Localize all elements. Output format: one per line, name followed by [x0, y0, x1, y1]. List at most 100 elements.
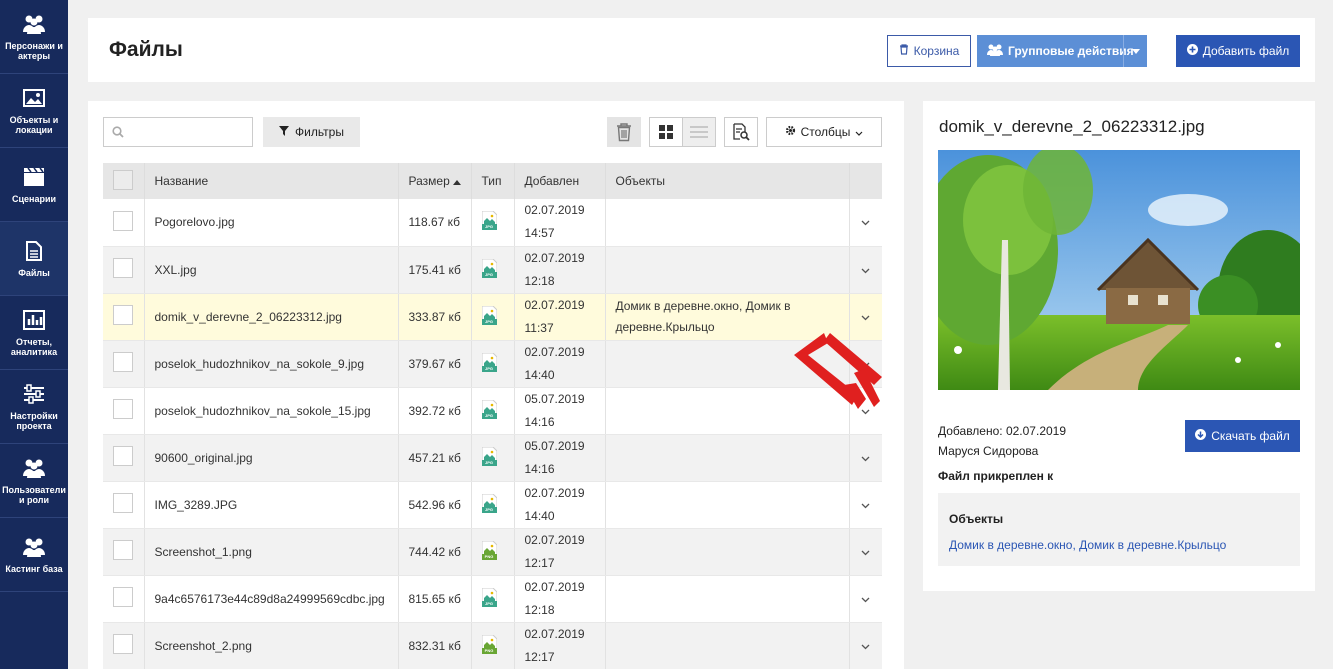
sidebar-item-characters[interactable]: Персонажи и актеры	[0, 0, 68, 74]
chevron-down-icon	[861, 498, 870, 512]
table-row[interactable]: Screenshot_1.png 744.42 кб PNG 02.07.2019 12…	[103, 528, 882, 576]
objects-link[interactable]: Домик в деревне.окно, Домик в деревне.Кр…	[949, 538, 1289, 552]
add-file-button[interactable]: Добавить файл	[1176, 35, 1300, 67]
column-header-name[interactable]: Название	[144, 163, 399, 199]
row-checkbox[interactable]	[113, 587, 133, 607]
row-expand-button[interactable]	[849, 481, 882, 529]
column-header-type[interactable]: Тип	[471, 163, 515, 199]
columns-button[interactable]: Столбцы	[766, 117, 882, 147]
column-header-actions	[849, 163, 882, 199]
sidebar-item-label: Объекты и локации	[9, 114, 59, 135]
row-checkbox[interactable]	[113, 493, 133, 513]
row-expand-button[interactable]	[849, 434, 882, 482]
file-meta: Добавлено: 02.07.2019 Маруся Сидорова	[938, 421, 1066, 461]
filter-icon	[279, 125, 290, 139]
jpg-file-icon: JPG	[481, 258, 497, 278]
jpg-file-icon: JPG	[481, 493, 497, 513]
row-expand-button[interactable]	[849, 622, 882, 669]
file-objects	[605, 434, 850, 482]
sidebar-item-objects[interactable]: Объекты и локации	[0, 74, 68, 148]
row-expand-button[interactable]	[849, 575, 882, 623]
file-name[interactable]: Pogorelovo.jpg	[144, 199, 399, 247]
row-checkbox[interactable]	[113, 352, 133, 372]
file-size: 542.96 кб	[398, 481, 472, 529]
file-name[interactable]: domik_v_derevne_2_06223312.jpg	[144, 293, 399, 341]
column-header-objects[interactable]: Объекты	[605, 163, 850, 199]
basket-label: Корзина	[913, 44, 960, 58]
filters-button[interactable]: Фильтры	[263, 117, 360, 147]
grid-view-button[interactable]	[649, 117, 683, 147]
file-details-panel: domik_v_derevne_2_06223312.jpg Добавлено…	[923, 101, 1315, 591]
sidebar-item-files[interactable]: Файлы	[0, 222, 68, 296]
sidebar-item-scenarios[interactable]: Сценарии	[0, 148, 68, 222]
table-row[interactable]: 90600_original.jpg 457.21 кб JPG 05.07.2019…	[103, 434, 882, 482]
table-row[interactable]: poselok_hudozhnikov_na_sokole_9.jpg 379.6…	[103, 340, 882, 388]
file-name[interactable]: 9a4c6576173e44c89d8a24999569cdbc.jpg	[144, 575, 399, 623]
file-name[interactable]: XXL.jpg	[144, 246, 399, 294]
added-date: Добавлено: 02.07.2019	[938, 424, 1067, 438]
page-title: Файлы	[109, 38, 183, 61]
download-button[interactable]: Скачать файл	[1185, 420, 1300, 452]
grid-icon	[659, 125, 673, 139]
column-header-date[interactable]: Добавлен	[514, 163, 606, 199]
file-name[interactable]: poselok_hudozhnikov_na_sokole_15.jpg	[144, 387, 399, 435]
sidebar-item-label: Персонажи и актеры	[5, 40, 63, 61]
row-checkbox[interactable]	[113, 305, 133, 325]
chevron-down-icon	[861, 592, 870, 606]
objects-title: Объекты	[949, 512, 1004, 526]
table-row[interactable]: XXL.jpg 175.41 кб JPG 02.07.2019 12:18	[103, 246, 882, 294]
row-expand-button[interactable]	[849, 528, 882, 576]
table-row[interactable]: Screenshot_2.png 832.31 кб PNG 02.07.2019 12…	[103, 622, 882, 669]
row-checkbox[interactable]	[113, 446, 133, 466]
table-row[interactable]: poselok_hudozhnikov_na_sokole_15.jpg 392.…	[103, 387, 882, 435]
file-name[interactable]: Screenshot_2.png	[144, 622, 399, 669]
delete-button[interactable]	[607, 117, 641, 147]
row-checkbox[interactable]	[113, 399, 133, 419]
table-row[interactable]: domik_v_derevne_2_06223312.jpg 333.87 кб J…	[103, 293, 882, 341]
file-objects	[605, 199, 850, 247]
jpg-file-icon: JPG	[481, 210, 497, 231]
image-preview[interactable]	[938, 150, 1300, 390]
sidebar-item-reports[interactable]: Отчеты, аналитика	[0, 296, 68, 370]
preview-button[interactable]	[724, 117, 758, 147]
time-added: 14:16	[524, 414, 555, 429]
file-name[interactable]: 90600_original.jpg	[144, 434, 399, 482]
file-size: 175.41 кб	[398, 246, 472, 294]
sidebar-item-users[interactable]: Пользователи и роли	[0, 444, 68, 518]
users-icon	[22, 457, 46, 479]
file-size: 832.31 кб	[398, 622, 472, 669]
chevron-down-icon	[861, 639, 870, 653]
file-type-label: JPG	[484, 506, 493, 512]
file-objects	[605, 528, 850, 576]
table-row[interactable]: 9a4c6576173e44c89d8a24999569cdbc.jpg 815.…	[103, 575, 882, 623]
time-added: 12:17	[524, 555, 555, 570]
basket-button[interactable]: Корзина	[887, 35, 971, 67]
group-actions-button[interactable]: Групповые действия	[977, 35, 1147, 67]
select-all-cell	[103, 163, 145, 199]
file-name[interactable]: poselok_hudozhnikov_na_sokole_9.jpg	[144, 340, 399, 388]
search-input-wrapper[interactable]	[103, 117, 253, 147]
file-name[interactable]: IMG_3289.JPG	[144, 481, 399, 529]
row-expand-button[interactable]	[849, 246, 882, 294]
select-all-checkbox[interactable]	[113, 169, 133, 190]
sidebar-item-settings[interactable]: Настройки проекта	[0, 370, 68, 444]
column-header-size[interactable]: Размер	[398, 163, 472, 199]
search-input[interactable]	[130, 118, 250, 146]
row-checkbox[interactable]	[113, 540, 133, 560]
caret-down-icon[interactable]	[1123, 35, 1147, 67]
row-checkbox[interactable]	[113, 210, 133, 231]
table-row[interactable]: IMG_3289.JPG 542.96 кб JPG 02.07.2019 14:40	[103, 481, 882, 529]
list-view-button[interactable]	[682, 117, 716, 147]
time-added: 14:57	[524, 226, 555, 241]
time-added: 14:40	[524, 367, 555, 382]
row-checkbox[interactable]	[113, 634, 133, 654]
row-expand-button[interactable]	[849, 199, 882, 247]
png-file-icon: PNG	[481, 540, 497, 560]
file-type-label: JPG	[484, 318, 493, 324]
sidebar-item-casting[interactable]: Кастинг база	[0, 518, 68, 592]
row-checkbox[interactable]	[113, 258, 133, 278]
file-name[interactable]: Screenshot_1.png	[144, 528, 399, 576]
file-objects	[605, 575, 850, 623]
trash-icon	[899, 44, 909, 58]
table-row[interactable]: Pogorelovo.jpg 118.67 кб JPG 02.07.2019 14:5…	[103, 199, 882, 247]
